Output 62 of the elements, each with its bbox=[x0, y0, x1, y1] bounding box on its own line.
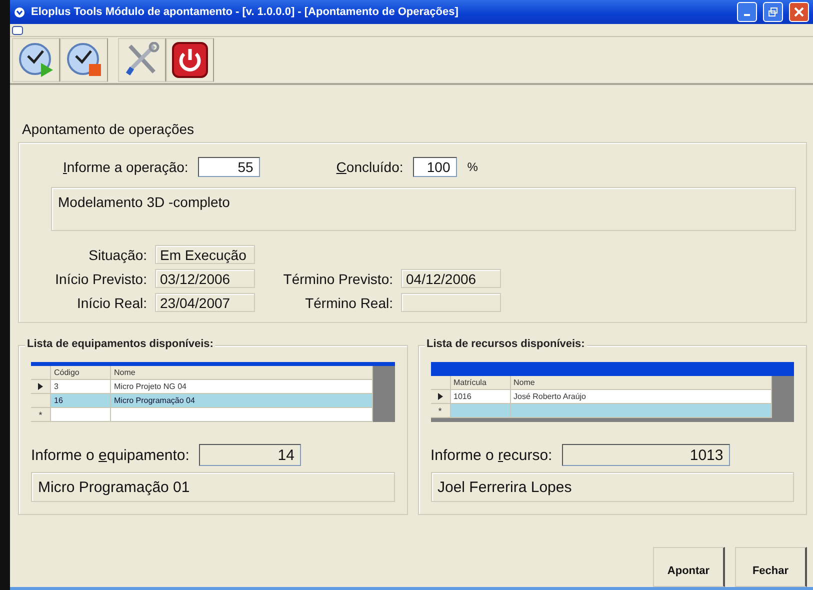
column-header[interactable]: Matrícula bbox=[450, 376, 510, 389]
new-row[interactable]: * bbox=[430, 404, 772, 418]
field-label: Informe o equipamento: bbox=[31, 446, 190, 464]
table-cell: Micro Projeto NG 04 bbox=[111, 380, 373, 393]
unit-label: % bbox=[467, 160, 478, 174]
minimize-button[interactable] bbox=[737, 2, 757, 22]
app-icon bbox=[14, 6, 25, 18]
table-cell: 3 bbox=[51, 380, 111, 393]
table-cell: Micro Programação 04 bbox=[111, 394, 373, 407]
field-label: Concluído: bbox=[336, 159, 404, 175]
panel-title: Lista de equipamentos disponíveis: bbox=[25, 338, 216, 350]
grid-row[interactable]: 16 Micro Programação 04 bbox=[31, 394, 373, 408]
item-description: Joel Ferrerira Lopes bbox=[430, 472, 794, 502]
new-row-marker: * bbox=[430, 404, 450, 417]
table-cell: José Roberto Araújo bbox=[510, 390, 772, 403]
maximize-button[interactable] bbox=[763, 2, 783, 22]
status-field: 03/12/2006 bbox=[155, 269, 255, 288]
window-title: Eloplus Tools Módulo de apontamento - [v. 1.0.0.0] - [Apontamento de Operações] bbox=[31, 6, 460, 18]
maximize-icon bbox=[768, 7, 778, 17]
code-field[interactable]: 14 bbox=[199, 444, 302, 466]
data-grid[interactable]: Matrícula Nome 1016 José Roberto Araújo * bbox=[430, 362, 794, 422]
section-title: Apontamento de operações bbox=[22, 121, 196, 137]
table-cell: 16 bbox=[51, 394, 111, 407]
new-row-marker: * bbox=[31, 408, 51, 421]
power-button[interactable] bbox=[166, 38, 214, 82]
column-header[interactable]: Nome bbox=[510, 376, 772, 389]
operation-description: Modelamento 3D -completo bbox=[51, 187, 796, 231]
data-grid[interactable]: Código Nome 3 Micro Projeto NG 04 16 Micro Programação 04 * bbox=[31, 362, 394, 422]
field-label: Término Real: bbox=[304, 294, 393, 310]
status-field: Em Execução bbox=[155, 245, 255, 264]
window-icon[interactable] bbox=[12, 26, 23, 34]
close-button[interactable] bbox=[789, 2, 809, 22]
operation-field[interactable]: 55 bbox=[198, 157, 260, 177]
close-form-button[interactable]: Fechar bbox=[735, 547, 807, 587]
status-field: 23/04/2007 bbox=[155, 293, 255, 312]
column-header[interactable]: Código bbox=[51, 366, 111, 379]
status-field: 04/12/2006 bbox=[401, 269, 501, 288]
close-icon bbox=[794, 7, 804, 17]
code-field[interactable]: 1013 bbox=[562, 444, 730, 466]
field-label: Início Real: bbox=[76, 294, 147, 310]
new-row[interactable]: * bbox=[31, 408, 373, 422]
field-label: Informe o recurso: bbox=[430, 446, 552, 464]
tools-icon bbox=[124, 42, 160, 78]
field-label: Início Previsto: bbox=[54, 270, 147, 286]
item-description: Micro Programação 01 bbox=[31, 472, 394, 502]
field-label: Término Previsto: bbox=[282, 270, 393, 286]
start-button[interactable] bbox=[12, 38, 60, 82]
field-label: Informe a operação: bbox=[63, 159, 188, 175]
row-header[interactable] bbox=[430, 390, 450, 403]
power-icon bbox=[172, 42, 208, 78]
clock-play-icon bbox=[17, 41, 55, 79]
row-header[interactable] bbox=[31, 380, 51, 393]
panel-title: Lista de recursos disponíveis: bbox=[424, 338, 587, 350]
stop-button[interactable] bbox=[60, 38, 108, 82]
grid-row[interactable]: 1016 José Roberto Araújo bbox=[430, 390, 772, 404]
completed-field[interactable]: 100 bbox=[413, 157, 458, 177]
field-label: Situação: bbox=[88, 246, 147, 262]
table-cell: 1016 bbox=[450, 390, 510, 403]
clock-stop-icon bbox=[65, 41, 103, 79]
submit-button[interactable]: Apontar bbox=[653, 547, 725, 587]
column-header[interactable]: Nome bbox=[111, 366, 373, 379]
grid-row[interactable]: 3 Micro Projeto NG 04 bbox=[31, 380, 373, 394]
